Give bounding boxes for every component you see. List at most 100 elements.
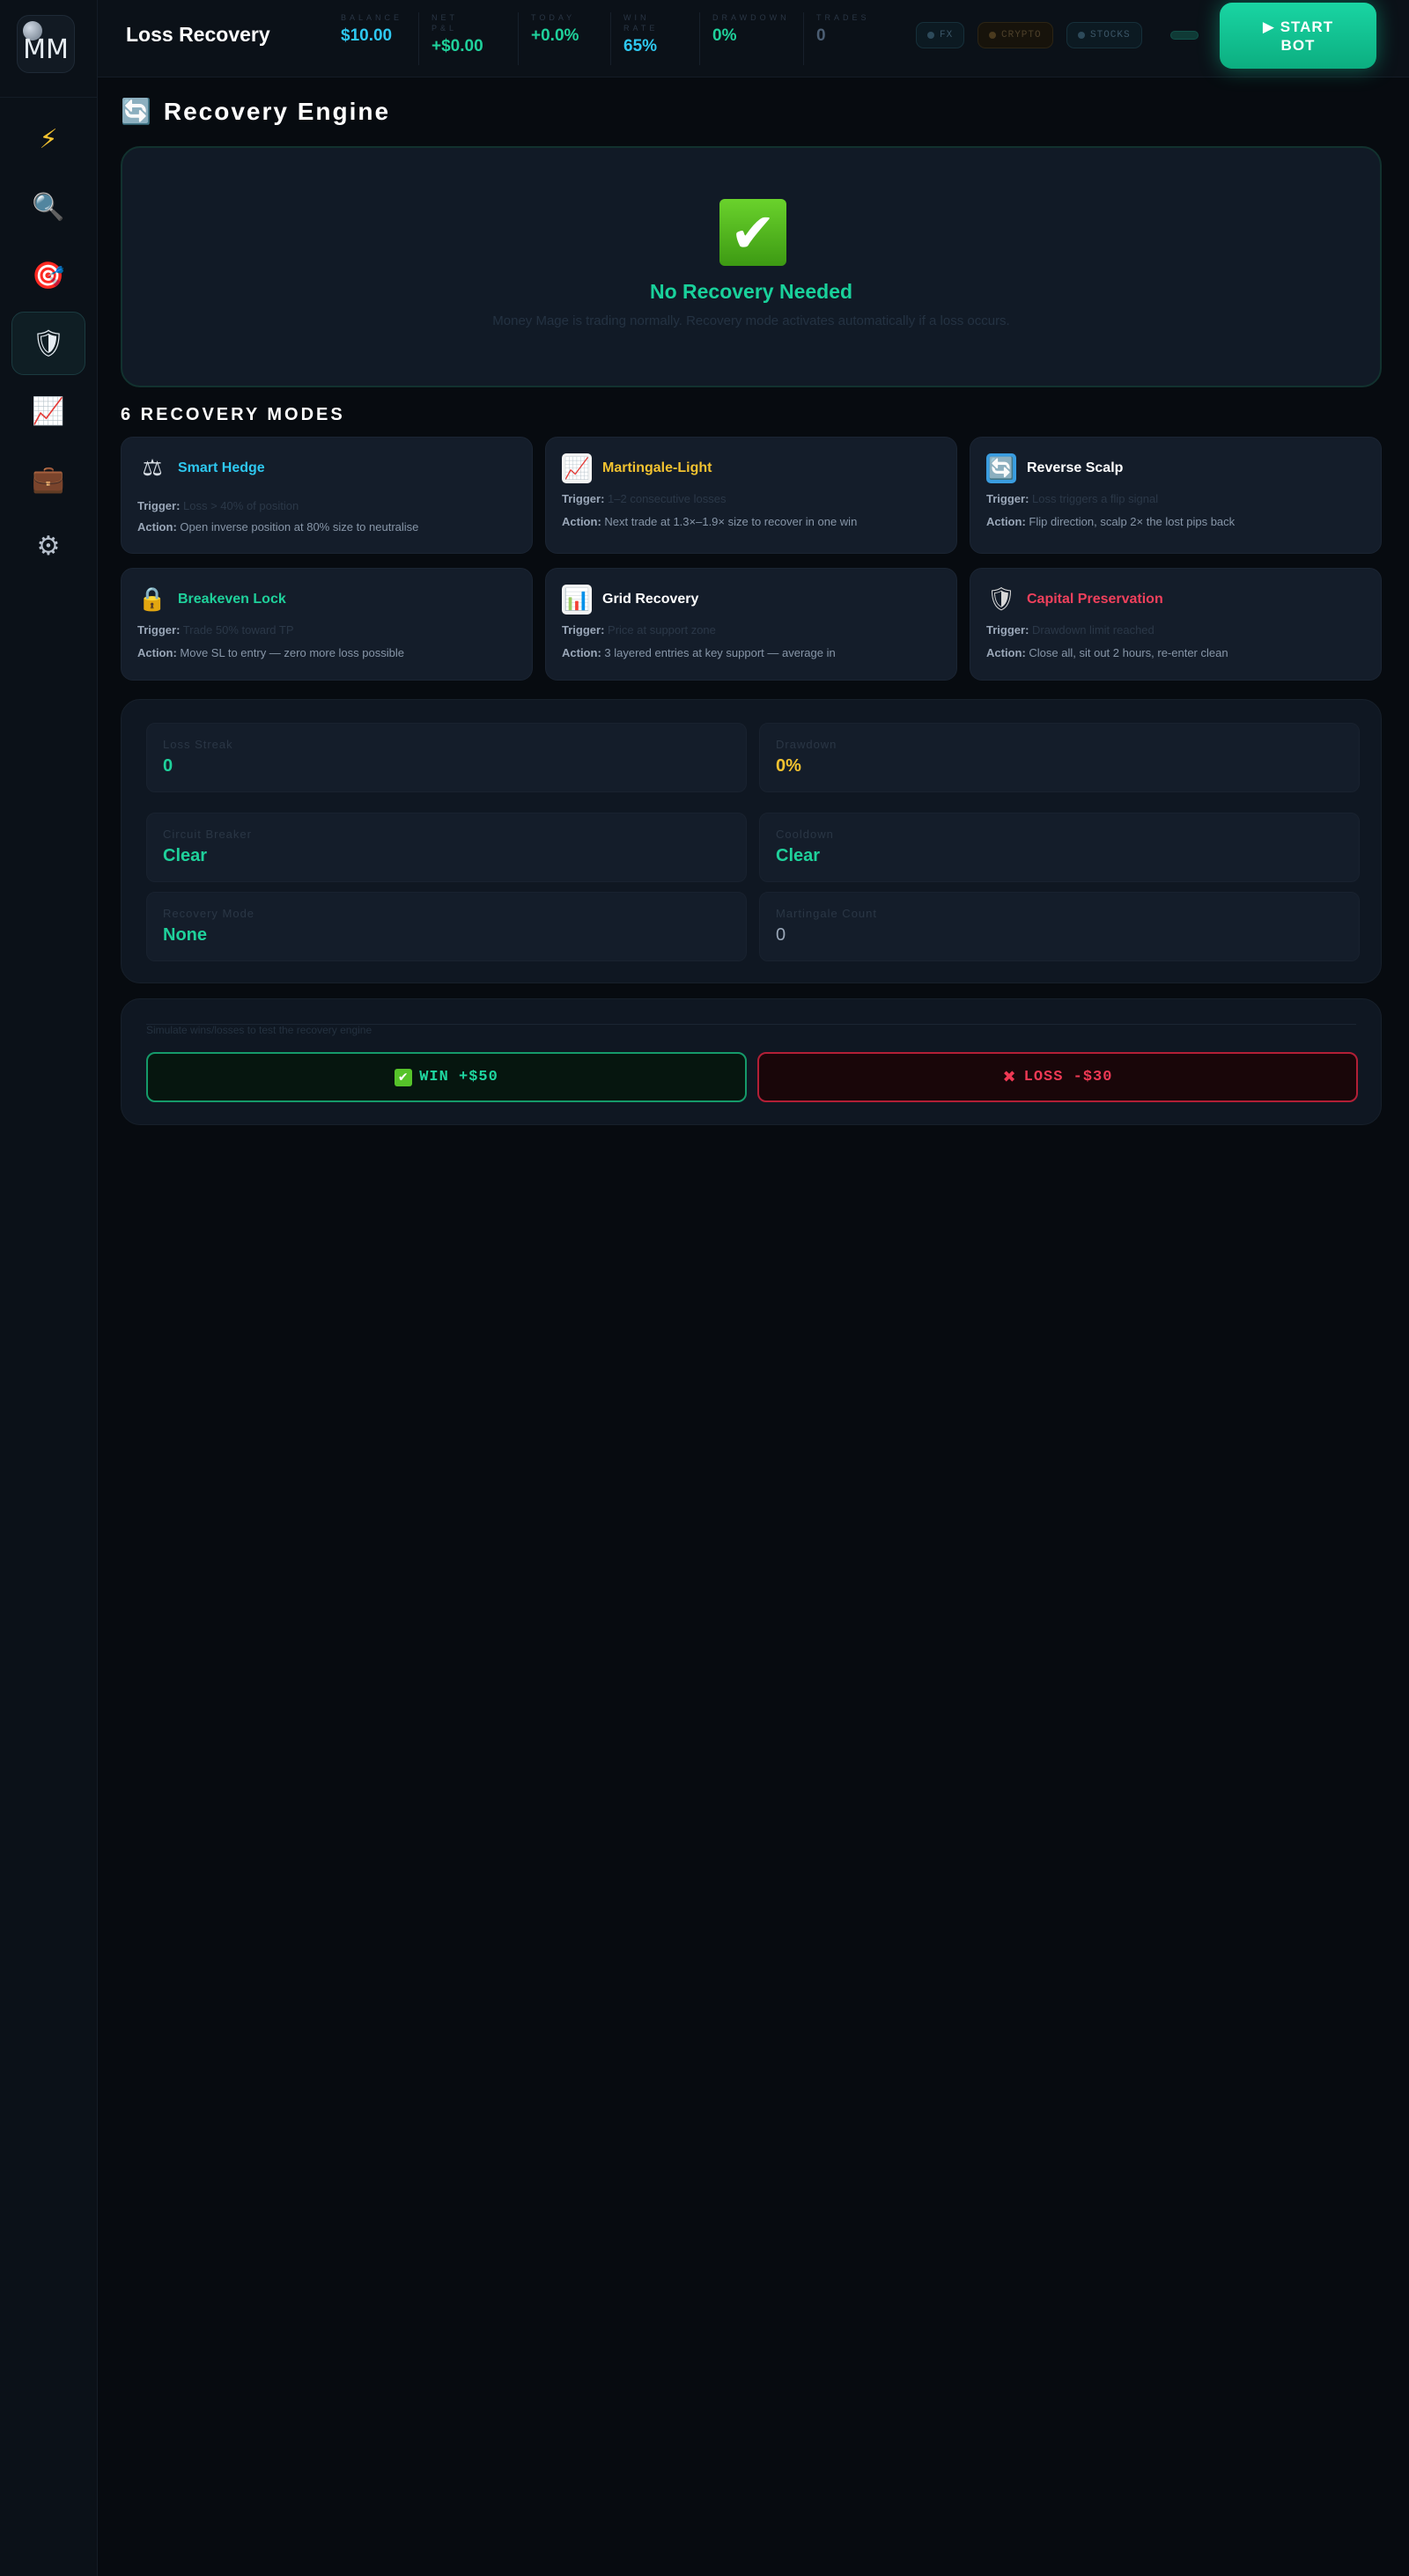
section-title: Recovery Engine — [163, 97, 391, 125]
action-label: Action: — [137, 646, 177, 659]
stat-label: WIN RATE — [623, 13, 659, 33]
refresh-icon: 🔄 — [121, 97, 153, 126]
metric-drawdown: Drawdown 0% — [759, 723, 1360, 792]
sidebar-item-search[interactable]: 🔍 — [11, 175, 85, 239]
mode-card-grid-recovery[interactable]: 📊 Grid Recovery Trigger: Price at suppor… — [545, 568, 957, 681]
metric-value: Clear — [776, 846, 821, 865]
metric-loss-streak: Loss Streak 0 — [146, 723, 747, 792]
chart-up-icon: 📈 — [562, 453, 592, 483]
sidebar-item-settings[interactable]: ⚙ — [11, 514, 85, 578]
stat-value: 0 — [816, 26, 826, 45]
logo-text: MM — [23, 33, 69, 65]
trigger-label: Trigger: — [562, 623, 605, 637]
mode-name: Capital Preservation — [1027, 592, 1163, 607]
section-header: 🔄 Recovery Engine — [121, 97, 390, 126]
metric-cooldown: Cooldown Clear — [759, 813, 1360, 882]
shield-icon: 🛡 — [986, 586, 1016, 613]
mode-card-martingale-light[interactable]: 📈 Martingale-Light Trigger: 1–2 consecut… — [545, 437, 957, 554]
status-title: No Recovery Needed — [649, 280, 853, 303]
mode-action: Next trade at 1.3×–1.9× size to recover … — [604, 515, 858, 528]
search-icon: 🔍 — [32, 191, 65, 223]
sidebar-item-target[interactable]: 🎯 — [11, 244, 85, 307]
mode-trigger: Drawdown limit reached — [1032, 623, 1154, 637]
target-icon: 🎯 — [32, 260, 65, 291]
metric-label: Cooldown — [776, 828, 834, 841]
simulate-win-button[interactable]: ✔ WIN +$50 — [146, 1052, 747, 1102]
stat-value: +$0.00 — [432, 37, 483, 55]
stat-label: TODAY — [531, 13, 576, 22]
simulate-loss-button[interactable]: ✖ LOSS -$30 — [757, 1052, 1358, 1102]
check-icon: ✔ — [719, 199, 786, 266]
mode-name: Smart Hedge — [178, 460, 265, 475]
stat-balance: BALANCE $10.00 — [328, 12, 399, 65]
check-icon: ✔ — [395, 1068, 413, 1086]
start-bot-button[interactable]: ▶ START BOT — [1220, 3, 1376, 69]
trigger-label: Trigger: — [986, 623, 1029, 637]
status-dot-icon — [1078, 32, 1085, 39]
recovery-metrics-panel: Loss Streak 0 Drawdown 0% Circuit Breake… — [121, 699, 1382, 983]
sidebar-item-lightning[interactable]: ⚡ — [11, 107, 85, 171]
stat-value: +0.0% — [531, 26, 579, 45]
sidebar-item-chart[interactable]: 📈 — [11, 379, 85, 443]
metric-value: Clear — [163, 846, 208, 865]
stat-value: 0% — [712, 26, 737, 45]
modes-heading: 6 RECOVERY MODES — [121, 405, 345, 424]
market-toggle-fx[interactable]: FX — [916, 22, 965, 48]
action-label: Action: — [562, 515, 601, 528]
trigger-label: Trigger: — [137, 623, 181, 637]
stat-win-rate: WIN RATE 65% — [610, 12, 676, 65]
lock-icon: 🔒 — [137, 586, 167, 613]
recovery-status-card: ✔ No Recovery Needed Money Mage is tradi… — [121, 146, 1382, 387]
metric-value: None — [163, 925, 207, 945]
shield-icon: 🛡 — [31, 328, 66, 359]
chart-icon: 📈 — [32, 395, 65, 427]
mode-action: Close all, sit out 2 hours, re-enter cle… — [1029, 646, 1228, 659]
refresh-icon: 🔄 — [986, 453, 1016, 483]
stat-label: NET P&L — [432, 13, 458, 33]
market-label: CRYPTO — [1001, 30, 1042, 40]
market-toggle-stocks[interactable]: STOCKS — [1066, 22, 1142, 48]
sidebar-divider — [0, 97, 98, 98]
action-label: Action: — [986, 646, 1026, 659]
mode-action: Flip direction, scalp 2× the lost pips b… — [1029, 515, 1236, 528]
market-toggle-crypto[interactable]: CRYPTO — [977, 22, 1053, 48]
metric-value: 0 — [163, 756, 173, 776]
stat-value: 65% — [623, 37, 658, 55]
mode-card-smart-hedge[interactable]: ⚖ Smart Hedge Trigger: Loss > 40% of pos… — [121, 437, 533, 554]
sidebar-item-shield[interactable]: 🛡 — [11, 312, 85, 375]
win-label: WIN +$50 — [419, 1069, 498, 1086]
page-title: Loss Recovery — [126, 23, 270, 46]
close-icon: ✖ — [1002, 1068, 1017, 1086]
stat-drawdown: DRAWDOWN 0% — [699, 12, 792, 65]
metric-value: 0 — [776, 925, 786, 945]
mode-name: Breakeven Lock — [178, 592, 286, 607]
stat-label: TRADES — [816, 13, 870, 22]
mode-card-reverse-scalp[interactable]: 🔄 Reverse Scalp Trigger: Loss triggers a… — [970, 437, 1382, 554]
mode-card-breakeven-lock[interactable]: 🔒 Breakeven Lock Trigger: Trade 50% towa… — [121, 568, 533, 681]
stat-value: $10.00 — [341, 26, 393, 45]
trigger-label: Trigger: — [986, 492, 1029, 505]
mode-trigger: 1–2 consecutive losses — [608, 492, 727, 505]
status-dot-icon — [927, 32, 934, 39]
action-label: Action: — [986, 515, 1026, 528]
metric-recovery-mode: Recovery Mode None — [146, 892, 747, 961]
mode-card-capital-preservation[interactable]: 🛡 Capital Preservation Trigger: Drawdown… — [970, 568, 1382, 681]
mode-trigger: Price at support zone — [608, 623, 716, 637]
metric-label: Recovery Mode — [163, 907, 255, 920]
metric-value: 0% — [776, 756, 801, 776]
status-dot-icon — [989, 32, 996, 39]
metric-circuit-breaker: Circuit Breaker Clear — [146, 813, 747, 882]
app-logo[interactable]: MM — [17, 15, 75, 73]
action-label: Action: — [137, 520, 177, 534]
simulate-panel: Simulate wins/losses to test the recover… — [121, 998, 1382, 1125]
mode-action: 3 layered entries at key support — avera… — [604, 646, 836, 659]
sidebar-item-briefcase[interactable]: 💼 — [11, 447, 85, 511]
briefcase-icon: 💼 — [32, 463, 65, 495]
loss-label: LOSS -$30 — [1023, 1069, 1113, 1086]
mode-name: Grid Recovery — [602, 592, 699, 607]
bar-chart-icon: 📊 — [562, 585, 592, 615]
metric-label: Martingale Count — [776, 907, 877, 920]
market-label: STOCKS — [1090, 30, 1131, 40]
status-description: Money Mage is trading normally. Recovery… — [492, 313, 1010, 328]
trigger-label: Trigger: — [137, 499, 181, 512]
